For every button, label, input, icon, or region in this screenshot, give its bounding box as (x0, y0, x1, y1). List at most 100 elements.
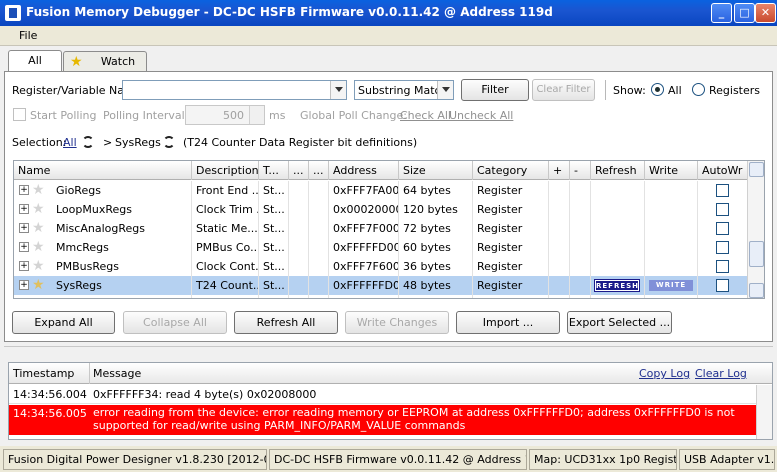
chevron-down-icon[interactable] (330, 81, 346, 99)
grid-header-col-description[interactable]: Description (192, 161, 259, 180)
uncheck-all-link[interactable]: Uncheck All (449, 109, 513, 122)
cell-category: Register (473, 257, 549, 276)
cell-name: GioRegs (52, 181, 192, 200)
star-icon[interactable]: ★ (32, 258, 45, 274)
filter-button[interactable]: Filter (461, 79, 529, 101)
expand-icon[interactable]: + (19, 204, 29, 214)
export-selected-button[interactable]: Export Selected ... (567, 311, 672, 334)
import-button[interactable]: Import ... (456, 311, 560, 334)
table-row[interactable]: + ★ MmcRegs PMBus Co... St... 0xFFFFFD00 60 by… (14, 238, 748, 257)
grid-header-col-extra2[interactable]: ... (309, 161, 329, 180)
autowrite-checkbox[interactable] (716, 222, 729, 235)
grid-header-col-name[interactable]: Name (14, 161, 192, 180)
start-polling-checkbox[interactable] (13, 108, 26, 121)
cell-address: 0x00020000 (329, 200, 399, 219)
expand-icon[interactable]: + (19, 223, 29, 233)
autowrite-checkbox[interactable] (716, 260, 729, 273)
refresh-icon[interactable] (82, 136, 94, 148)
status-adapter: USB Adapter v1. (679, 449, 775, 470)
table-row[interactable]: + ★ PMBusRegs Clock Cont... St... 0xFFF7F600 3… (14, 257, 748, 276)
status-bar: Fusion Digital Power Designer v1.8.230 [… (0, 446, 777, 472)
scroll-up-icon[interactable] (749, 162, 764, 177)
show-registers-radio[interactable] (692, 83, 705, 96)
cell-extra2 (309, 238, 329, 257)
cell-address: 0xFFF7FA00 (329, 181, 399, 200)
refresh-row-button[interactable]: REFRESH (594, 279, 640, 292)
match-mode-select[interactable]: Substring Match (354, 80, 454, 100)
grid-header-col-plus[interactable]: + (549, 161, 570, 180)
autowrite-checkbox[interactable] (716, 298, 729, 299)
vertical-scrollbar[interactable] (747, 161, 764, 298)
autowrite-checkbox[interactable] (716, 279, 729, 292)
cell-refresh (591, 219, 645, 238)
grid-header-col-extra1[interactable]: ... (289, 161, 309, 180)
grid-header-col-refresh[interactable]: Refresh (591, 161, 645, 180)
copy-log-link[interactable]: Copy Log (639, 367, 690, 380)
selection-all-link[interactable]: All (63, 136, 77, 149)
scroll-down-icon[interactable] (749, 283, 764, 298)
cell-size: 156 bytes (399, 295, 473, 298)
cell-extra1 (289, 219, 309, 238)
grid-header-col-size[interactable]: Size (399, 161, 473, 180)
cell-size: 64 bytes (399, 181, 473, 200)
cell-plus (549, 295, 570, 298)
expand-icon[interactable]: + (19, 242, 29, 252)
scroll-thumb[interactable] (749, 241, 764, 267)
table-row[interactable]: + ★ SysRegs T24 Count... St... 0xFFFFFFD0 48 b… (14, 276, 748, 295)
star-icon[interactable]: ★ (32, 220, 45, 236)
cell-description: T24 Count... (192, 276, 259, 295)
close-button[interactable]: ✕ (755, 3, 776, 23)
stepper-icon[interactable] (249, 106, 264, 124)
grid-header-col-type[interactable]: T... (259, 161, 289, 180)
name-filter-input[interactable] (122, 80, 347, 100)
log-message: 0xFFFFFF34: read 4 byte(s) 0x02008000 (93, 388, 317, 401)
clear-filter-button[interactable]: Clear Filter (532, 79, 595, 101)
cell-size: 60 bytes (399, 238, 473, 257)
splitter[interactable] (4, 346, 773, 352)
cell-minus (570, 257, 591, 276)
table-row[interactable]: + ★ MiscAnalogRegs Static Me... St... 0xFFF7F… (14, 219, 748, 238)
grid-header-col-address[interactable]: Address (329, 161, 399, 180)
star-icon[interactable]: ★ (32, 239, 45, 255)
star-icon[interactable]: ★ (32, 182, 45, 198)
star-icon[interactable]: ★ (32, 296, 45, 298)
table-row[interactable]: +★ LoopMuxRegsClock Trim ...St... 0x000200… (14, 200, 748, 219)
expand-all-button[interactable]: Expand All (12, 311, 115, 334)
check-all-link[interactable]: Check All (400, 109, 451, 122)
grid-header-col-minus[interactable]: - (570, 161, 591, 180)
autowrite-checkbox[interactable] (716, 184, 729, 197)
window-title: Fusion Memory Debugger - DC-DC HSFB Firm… (26, 5, 553, 19)
grid-header-col-autowrite[interactable]: AutoWr (698, 161, 748, 180)
refresh-icon[interactable] (163, 136, 175, 148)
table-row[interactable]: + ★ GioRegs Front End ... St... 0xFFF7FA00 64 … (14, 181, 748, 200)
show-all-radio[interactable] (651, 83, 664, 96)
log-scrollbar[interactable] (756, 385, 772, 439)
star-icon[interactable]: ★ (32, 201, 45, 217)
tab-all[interactable]: All (8, 50, 62, 72)
clear-log-link[interactable]: Clear Log (695, 367, 747, 380)
expand-icon[interactable]: + (19, 261, 29, 271)
menu-file[interactable]: File (19, 29, 37, 42)
refresh-all-button[interactable]: Refresh All (234, 311, 338, 334)
tab-watch-list[interactable]: ★ Watch List (63, 51, 147, 88)
polling-interval-input[interactable]: 500 (185, 105, 265, 125)
maximize-button[interactable]: □ (734, 3, 755, 23)
grid-header-col-write[interactable]: Write (645, 161, 698, 180)
cell-address: 0xFFF7FD00 (329, 295, 399, 298)
log-col-message: Message (93, 367, 142, 380)
cell-extra1 (289, 295, 309, 298)
minimize-button[interactable]: _ (711, 3, 732, 23)
expand-icon[interactable]: + (19, 185, 29, 195)
grid-header-col-category[interactable]: Category (473, 161, 549, 180)
table-row[interactable]: +★TimerRegsUART Con...St...0xFFF7FD00156… (14, 295, 748, 299)
expand-icon[interactable]: + (19, 280, 29, 290)
chevron-down-icon[interactable] (437, 81, 453, 99)
write-changes-button[interactable]: Write Changes (345, 311, 449, 334)
autowrite-checkbox[interactable] (716, 203, 729, 216)
log-header: Timestamp Message Copy Log Clear Log (9, 363, 772, 384)
write-row-button[interactable]: WRITE (649, 280, 693, 291)
autowrite-checkbox[interactable] (716, 241, 729, 254)
star-icon[interactable]: ★ (32, 277, 45, 293)
collapse-all-button[interactable]: Collapse All (123, 311, 227, 334)
cell-name: MmcRegs (52, 238, 192, 257)
